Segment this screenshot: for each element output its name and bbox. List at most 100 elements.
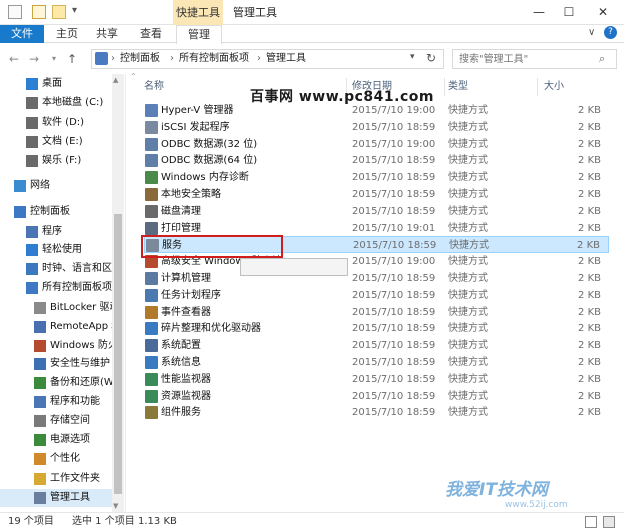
search-box: ⌕ [452, 49, 617, 69]
sidebar-item[interactable]: 程序 [0, 223, 124, 241]
file-row[interactable]: 组件服务 2015/7/10 18:59 快捷方式 2 KB [144, 404, 609, 421]
forward-arrow-icon[interactable]: → [26, 51, 42, 67]
system-config-icon [145, 339, 158, 353]
column-header-name[interactable]: 名称 [144, 79, 164, 95]
file-date: 2015/7/10 18:59 [353, 240, 437, 252]
file-row[interactable]: ODBC 数据源(64 位) 2015/7/10 18:59 快捷方式 2 KB [144, 152, 609, 169]
maximize-button[interactable]: ☐ [554, 0, 584, 25]
sidebar-item[interactable]: 时钟、语言和区 [0, 260, 124, 278]
recent-locations-icon[interactable]: ▾ [46, 51, 62, 67]
breadcrumb-control-panel[interactable]: 控制面板 [120, 50, 160, 68]
control-panel-icon [95, 52, 108, 65]
file-name: ODBC 数据源(64 位) [161, 155, 258, 167]
file-row[interactable]: 任务计划程序 2015/7/10 18:59 快捷方式 2 KB [144, 287, 609, 304]
search-icon[interactable]: ⌕ [599, 52, 605, 66]
minimize-button[interactable]: — [524, 0, 554, 25]
address-dropdown-icon[interactable]: ▾ [410, 52, 415, 62]
help-icon[interactable]: ? [604, 26, 617, 39]
file-name: iSCSI 发起程序 [161, 121, 230, 133]
file-row[interactable]: 碎片整理和优化驱动器 2015/7/10 18:59 快捷方式 2 KB [144, 320, 609, 337]
sidebar-scrollbar-thumb[interactable] [114, 214, 122, 494]
sidebar-item[interactable]: 程序和功能 [0, 393, 124, 411]
properties-icon[interactable] [32, 5, 46, 19]
tab-file[interactable]: 文件 [0, 25, 44, 43]
sidebar-item[interactable]: 娱乐 (F:) [0, 152, 124, 170]
file-name: Windows 内存诊断 [161, 172, 249, 184]
tab-share[interactable]: 共享 [90, 25, 124, 43]
sidebar-item[interactable]: 电源选项 [0, 431, 124, 449]
file-type: 快捷方式 [448, 172, 488, 184]
address-bar[interactable]: › 控制面板 › 所有控制面板项 › 管理工具 ▾ ↻ [91, 49, 444, 69]
ribbon-collapse-icon[interactable]: ∨ [588, 27, 595, 38]
file-row[interactable]: 性能监视器 2015/7/10 18:59 快捷方式 2 KB [144, 371, 609, 388]
sidebar-item[interactable]: 轻松使用 [0, 241, 124, 259]
sidebar-item[interactable]: 存储空间 [0, 412, 124, 430]
tab-home[interactable]: 主页 [50, 25, 84, 43]
resource-monitor-icon [145, 389, 158, 403]
file-row[interactable]: 系统配置 2015/7/10 18:59 快捷方式 2 KB [144, 337, 609, 354]
new-folder-icon[interactable] [52, 5, 66, 19]
firewall-icon [34, 340, 46, 352]
breadcrumb-separator-icon: › [111, 53, 115, 64]
tab-manage[interactable]: 管理 [176, 25, 222, 44]
quick-access-dropdown-icon[interactable]: ▾ [72, 5, 77, 16]
sidebar-item[interactable]: 工作文件夹 [0, 470, 124, 488]
file-row[interactable]: 计算机管理 2015/7/10 18:59 快捷方式 2 KB [144, 270, 609, 287]
sidebar-item[interactable]: 软件 (D:) [0, 114, 124, 132]
sidebar-item[interactable]: 网络 [0, 177, 124, 195]
sidebar-item[interactable]: RemoteApp 和 [0, 318, 124, 336]
sidebar-item[interactable]: 个性化 [0, 450, 124, 468]
sidebar-item[interactable]: 所有控制面板项 [0, 279, 124, 297]
file-name: 系统信息 [161, 357, 201, 368]
file-row[interactable]: 系统信息 2015/7/10 18:59 快捷方式 2 KB [144, 354, 609, 371]
file-row[interactable]: 本地安全策略 2015/7/10 18:59 快捷方式 2 KB [144, 186, 609, 203]
sidebar-item[interactable]: 本地磁盘 (C:) [0, 94, 124, 112]
file-name: 事件查看器 [161, 306, 211, 318]
file-row[interactable]: Windows 内存诊断 2015/7/10 18:59 快捷方式 2 KB [144, 169, 609, 186]
column-divider[interactable] [444, 78, 445, 96]
column-divider[interactable] [537, 78, 538, 96]
file-row[interactable]: 磁盘清理 2015/7/10 18:59 快捷方式 2 KB [144, 203, 609, 220]
file-list-scrollbar[interactable] [613, 74, 624, 512]
sidebar-item[interactable]: 管理工具 [0, 489, 124, 507]
sidebar-item[interactable]: 备份和还原(Wi [0, 374, 124, 392]
file-row[interactable]: 资源监视器 2015/7/10 18:59 快捷方式 2 KB [144, 388, 609, 405]
sidebar-item-label: Windows 防火 [50, 340, 118, 351]
sidebar-item[interactable]: 文档 (E:) [0, 133, 124, 151]
up-arrow-icon[interactable]: ↑ [64, 51, 80, 67]
scroll-up-icon[interactable]: ▲ [113, 76, 118, 84]
performance-icon [145, 372, 158, 386]
sidebar-item[interactable]: Windows 防火 [0, 337, 124, 355]
file-row[interactable]: ODBC 数据源(32 位) 2015/7/10 19:00 快捷方式 2 KB [144, 136, 609, 153]
breadcrumb-admin-tools[interactable]: 管理工具 [266, 50, 306, 68]
file-size: 2 KB [578, 373, 601, 385]
drive-icon [26, 97, 38, 109]
tab-view[interactable]: 查看 [134, 25, 168, 43]
column-header-size[interactable]: 大小 [544, 79, 564, 95]
back-arrow-icon[interactable]: ← [6, 51, 22, 67]
refresh-icon[interactable]: ↻ [426, 51, 436, 65]
quick-access-app-icon[interactable] [8, 5, 22, 19]
column-header-type[interactable]: 类型 [448, 79, 468, 95]
sidebar-item[interactable]: 桌面 [0, 75, 124, 93]
iscsi-icon [145, 120, 158, 134]
task-scheduler-icon [145, 288, 158, 302]
watermark-top: 百事网 www.pc841.com [250, 89, 434, 105]
sidebar-item-label: 文档 (E:) [42, 136, 83, 147]
file-date: 2015/7/10 19:00 [352, 256, 436, 268]
sidebar-item[interactable]: 安全性与维护 [0, 355, 124, 373]
sidebar-item[interactable]: BitLocker 驱动 [0, 299, 124, 317]
search-input[interactable] [453, 50, 593, 68]
file-date: 2015/7/10 18:59 [352, 390, 436, 402]
sidebar-item[interactable]: 控制面板 [0, 203, 124, 221]
file-row[interactable]: iSCSI 发起程序 2015/7/10 18:59 快捷方式 2 KB [144, 119, 609, 136]
details-view-icon[interactable] [585, 516, 597, 528]
file-row[interactable]: 事件查看器 2015/7/10 18:59 快捷方式 2 KB [144, 304, 609, 321]
close-button[interactable]: ✕ [588, 0, 618, 25]
drive-icon [26, 155, 38, 167]
item-count: 19 个项目 [8, 516, 54, 527]
file-name: ODBC 数据源(32 位) [161, 138, 258, 150]
breadcrumb-all-items[interactable]: 所有控制面板项 [179, 50, 249, 68]
scroll-down-icon[interactable]: ▼ [113, 502, 118, 510]
large-icons-view-icon[interactable] [603, 516, 615, 528]
